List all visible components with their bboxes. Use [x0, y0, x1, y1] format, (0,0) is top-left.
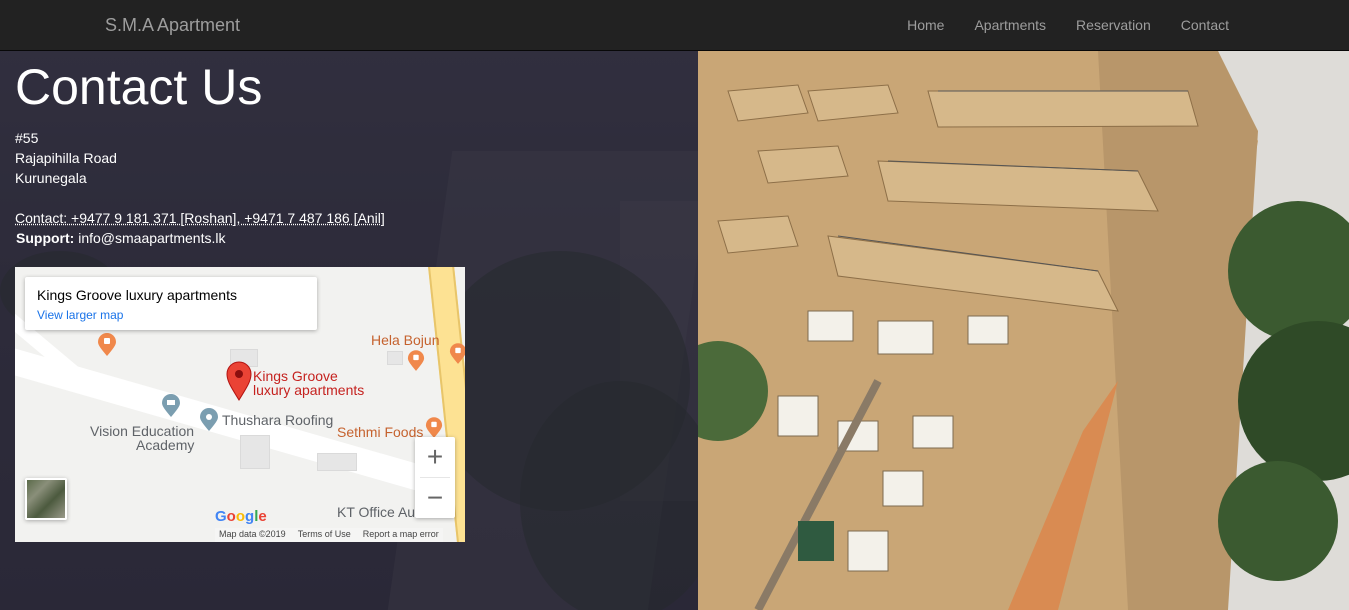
restaurant-icon[interactable] — [97, 333, 117, 357]
support-email[interactable]: info@smaapartments.lk — [78, 230, 225, 246]
apartment-photo — [698, 51, 1349, 610]
zoom-in-button[interactable]: + — [415, 437, 455, 477]
map-place-title: Kings Groove luxury apartments — [37, 287, 237, 303]
place-icon[interactable] — [199, 407, 219, 433]
address-line: Kurunegala — [15, 170, 87, 186]
view-larger-map-link[interactable]: View larger map — [37, 308, 305, 322]
page-title: Contact Us — [15, 59, 263, 115]
place-label[interactable]: Hela Bojun — [371, 333, 440, 347]
building-image — [698, 51, 1349, 610]
nav-item-contact[interactable]: Contact — [1166, 0, 1244, 50]
restaurant-icon[interactable] — [407, 350, 425, 372]
map-footer: Map data ©2019 Terms of Use Report a map… — [215, 528, 443, 542]
place-label[interactable]: Academy — [136, 438, 194, 452]
embedded-map[interactable]: Hela Bojun Kings Groove luxury apartment… — [15, 267, 465, 542]
address-line: Rajapihilla Road — [15, 150, 117, 166]
map-info-card: Kings Groove luxury apartments View larg… — [25, 277, 317, 330]
terms-link[interactable]: Terms of Use — [298, 529, 351, 541]
brand-link[interactable]: S.M.A Apartment — [105, 15, 240, 36]
nav-item-home[interactable]: Home — [892, 0, 959, 50]
map-marker-icon[interactable] — [226, 361, 252, 401]
place-label[interactable]: Vision Education — [90, 424, 194, 438]
nav-item-reservation[interactable]: Reservation — [1061, 0, 1166, 50]
marker-label[interactable]: luxury apartments — [253, 383, 364, 397]
phone-contact[interactable]: Contact: +9477 9 181 371 [Roshan], +9471… — [15, 208, 385, 228]
marker-label[interactable]: Kings Groove — [253, 369, 338, 383]
school-icon[interactable] — [161, 393, 181, 419]
google-logo: Google — [215, 508, 267, 525]
restaurant-icon[interactable] — [425, 417, 443, 439]
zoom-control: + − — [415, 437, 455, 518]
address-block: #55 Rajapihilla Road Kurunegala — [15, 128, 117, 188]
place-label[interactable]: KT Office Au — [337, 505, 415, 519]
place-label[interactable]: Thushara Roofing — [222, 413, 333, 427]
address-line: #55 — [15, 130, 39, 146]
satellite-toggle-button[interactable] — [25, 478, 67, 520]
support-label: Support: — [16, 230, 75, 246]
nav-item-apartments[interactable]: Apartments — [959, 0, 1061, 50]
report-error-link[interactable]: Report a map error — [363, 529, 439, 541]
support-line: Support: info@smaapartments.lk — [16, 228, 226, 248]
zoom-out-button[interactable]: − — [415, 478, 455, 518]
navbar: S.M.A Apartment Home Apartments Reservat… — [0, 0, 1349, 51]
map-data-text: Map data ©2019 — [219, 529, 286, 539]
nav-menu: Home Apartments Reservation Contact — [892, 0, 1244, 50]
restaurant-icon[interactable] — [449, 343, 465, 365]
place-label[interactable]: Sethmi Foods — [337, 425, 423, 439]
